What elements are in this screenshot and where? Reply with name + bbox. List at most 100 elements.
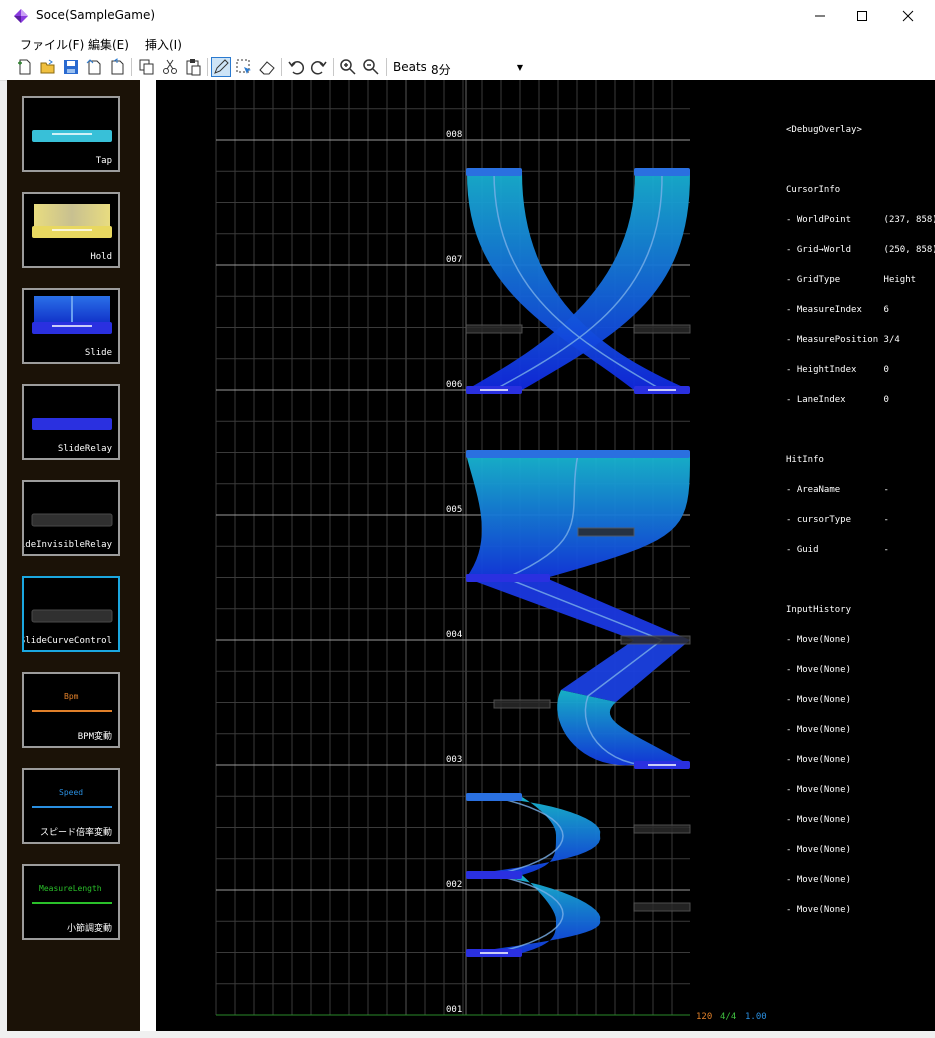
slide-end-note [466,793,522,801]
palette-label: lideInvisibleRelay [22,540,112,550]
palette-label: SlideCurveControl [22,636,112,646]
debug-line: - Grid→World (250, 858) [786,245,935,255]
new-file-icon[interactable] [16,58,34,76]
debug-line: - Guid - [786,545,889,555]
palette-item-slide-relay[interactable]: SlideRelay [22,384,120,460]
minimize-button[interactable] [797,0,843,32]
curve-control-note [577,527,635,537]
debug-line: - MeasureIndex 6 [786,305,889,315]
palette-label: Tap [95,156,112,166]
curve-control-note [633,324,691,334]
palette-item-slide[interactable]: Slide [22,288,120,364]
eraser-icon[interactable] [258,58,276,76]
curve-control-note [620,635,691,645]
measure-label: 001 [446,1005,463,1015]
palette-label: 小節調変動 [66,924,112,934]
title-bar: Soce(SampleGame) [0,0,935,32]
pen-tool-icon[interactable] [211,57,231,77]
measure-label: 003 [446,755,463,765]
slide-end-note [466,450,690,458]
debug-cursor-title: CursorInfo [786,185,841,195]
curve-control-note [633,824,691,834]
maximize-icon [857,11,867,21]
zoom-in-icon[interactable] [339,58,357,76]
debug-line: - Move(None) [786,695,852,705]
maximize-button[interactable] [839,0,885,32]
slide-center-line [493,874,564,954]
debug-spacer [786,575,935,585]
minimize-icon [815,15,825,17]
paste-icon[interactable] [184,58,202,76]
close-button[interactable] [885,0,931,32]
curve-control-note [633,902,691,912]
palette-item-slide-curve-control[interactable]: SlideCurveControl [22,576,120,652]
menu-file[interactable]: ファイル(F) [20,36,84,53]
measure-label: 007 [446,255,463,265]
palette-item-measure-length-change[interactable]: MeasureLength 小節調変動 [22,864,120,940]
debug-spacer [786,155,935,165]
debug-line: - LaneIndex 0 [786,395,889,405]
debug-line: - MeasurePosition 3/4 [786,335,900,345]
chevron-down-icon: ▼ [516,63,523,72]
menu-edit[interactable]: 編集(E) [88,36,129,53]
save-icon[interactable] [62,58,80,76]
debug-line: - Move(None) [786,845,852,855]
redo-icon[interactable] [310,58,328,76]
palette-item-speed-change[interactable]: Speed スピード倍率変動 [22,768,120,844]
zoom-out-icon[interactable] [362,58,380,76]
export-icon[interactable] [85,58,103,76]
debug-line: - Move(None) [786,755,852,765]
copy-icon[interactable] [138,58,156,76]
toolbar-separator [207,58,208,76]
measure-label: 005 [446,505,463,515]
debug-line: - WorldPoint (237, 858) [786,215,935,225]
window-title: Soce(SampleGame) [36,8,156,22]
slide-body [466,454,690,578]
debug-overlay: <DebugOverlay> CursorInfo - WorldPoint (… [786,105,935,935]
debug-line: - Move(None) [786,665,852,675]
debug-hit-title: HitInfo [786,455,824,465]
debug-line: - cursorType - [786,515,889,525]
undo-icon[interactable] [287,58,305,76]
debug-line: - Move(None) [786,905,852,915]
debug-header: <DebugOverlay> [786,125,862,135]
status-signature: 4/4 [720,1012,737,1022]
measure-label: 008 [446,130,463,140]
score-editor-canvas[interactable]: 001 002 003 004 005 006 007 008 <DebugOverlay> … [156,80,935,1031]
palette-label: スピード倍率変動 [39,828,112,838]
open-folder-icon[interactable] [39,58,57,76]
menu-insert[interactable]: 挿入(I) [145,36,182,53]
slide-relay-note [466,871,522,879]
beats-label: Beats [393,60,427,74]
debug-line: - Move(None) [786,725,852,735]
status-bpm: 120 [696,1012,713,1022]
close-icon [902,10,914,22]
curve-control-note [493,699,551,709]
cut-icon[interactable] [161,58,179,76]
debug-input-title: InputHistory [786,605,852,615]
palette-item-slide-invisible-relay[interactable]: lideInvisibleRelay [22,480,120,556]
toolbar-separator [131,58,132,76]
splitter[interactable] [140,80,156,1031]
measure-label: 006 [446,380,463,390]
slide-end-note [634,168,690,176]
palette-item-bpm-change[interactable]: Bpm BPM変動 [22,672,120,748]
export-as-icon[interactable] [108,58,126,76]
toolbar-separator [333,58,334,76]
palette-item-tap[interactable]: Tap [22,96,120,172]
palette-item-hold[interactable]: Hold [22,192,120,268]
beats-select[interactable]: 8分 ▼ [426,57,528,78]
debug-line: - GridType Height [786,275,917,285]
measure-label: 004 [446,630,463,640]
toolbar-separator [281,58,282,76]
measure-label: 002 [446,880,463,890]
palette-label: SlideRelay [57,444,112,454]
debug-line: - Move(None) [786,785,852,795]
debug-line: - HeightIndex 0 [786,365,889,375]
slide-end-note [466,168,522,176]
note-palette: Tap Hold Slide SlideRelay lideInvisibleR… [7,80,140,1031]
select-tool-icon[interactable] [235,58,253,76]
debug-line: - AreaName - [786,485,889,495]
palette-label: Slide [84,348,112,358]
app-diamond-icon [14,9,28,23]
